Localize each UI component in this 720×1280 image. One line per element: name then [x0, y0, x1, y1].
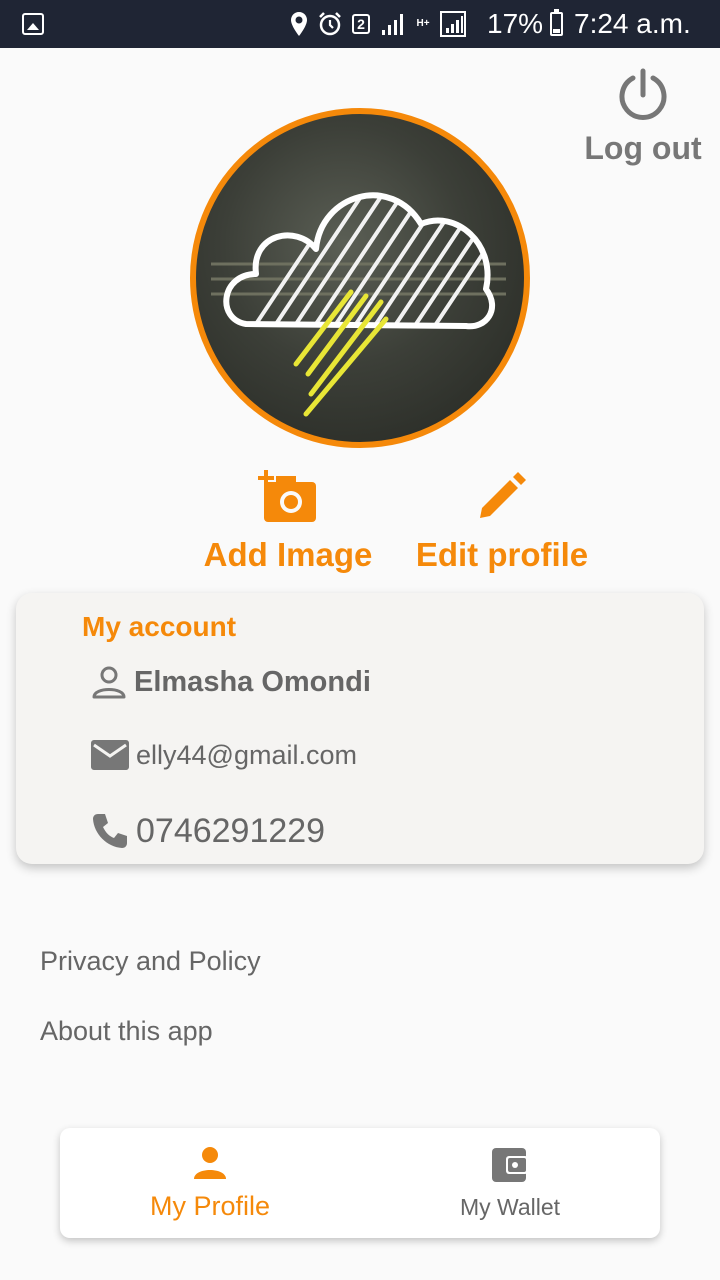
person-icon — [194, 1146, 226, 1179]
add-image-button[interactable]: Add Image — [200, 468, 376, 574]
alarm-icon — [319, 12, 341, 36]
nav-my-profile-label: My Profile — [149, 1190, 271, 1221]
wallet-icon — [492, 1147, 528, 1182]
network-type-label: H+ — [416, 18, 430, 29]
account-phone: 0746291229 — [136, 811, 326, 850]
logout-button[interactable]: Log out — [578, 68, 708, 167]
account-email: elly44@gmail.com — [136, 739, 357, 770]
edit-profile-label: Edit profile — [415, 536, 589, 573]
nav-my-profile[interactable]: My Profile — [60, 1128, 360, 1238]
bottom-navigation: My Profile My Wallet — [60, 1128, 660, 1238]
status-time: 7:24 a.m. — [574, 8, 691, 39]
account-name-row: Elmasha Omondi — [90, 663, 371, 701]
account-phone-row: 0746291229 — [90, 811, 325, 851]
nav-my-wallet-label: My Wallet — [459, 1193, 561, 1220]
pencil-icon — [480, 472, 526, 518]
nav-my-wallet[interactable]: My Wallet — [360, 1128, 660, 1238]
status-icons: 2 H+ — [290, 10, 466, 38]
privacy-policy-link[interactable]: Privacy and Policy — [40, 946, 261, 977]
email-icon — [91, 740, 129, 770]
battery-percent: 17% — [487, 8, 544, 39]
location-icon — [291, 12, 307, 36]
avatar — [190, 108, 530, 448]
power-icon — [619, 68, 667, 120]
account-card: My account Elmasha Omondi elly44@gmail.c… — [16, 593, 704, 864]
signal-icon — [382, 14, 403, 35]
image-notification-icon — [22, 13, 44, 35]
person-outline-icon — [92, 666, 126, 699]
sim-2-icon: 2 — [352, 14, 370, 34]
hplus-signal-icon — [440, 11, 466, 37]
add-image-label: Add Image — [203, 536, 373, 573]
logout-label: Log out — [584, 130, 702, 166]
account-card-title: My account — [82, 611, 237, 642]
add-photo-icon — [258, 470, 316, 522]
account-email-row: elly44@gmail.com — [90, 738, 357, 772]
about-app-link[interactable]: About this app — [40, 1016, 213, 1047]
status-bar: 2 H+ 17% 7:24 a.m. — [0, 0, 720, 48]
edit-profile-button[interactable]: Edit profile — [414, 468, 590, 574]
neon-cloud-avatar — [211, 192, 506, 417]
phone-icon — [93, 814, 127, 848]
battery-icon — [550, 9, 563, 36]
account-name: Elmasha Omondi — [134, 665, 371, 698]
